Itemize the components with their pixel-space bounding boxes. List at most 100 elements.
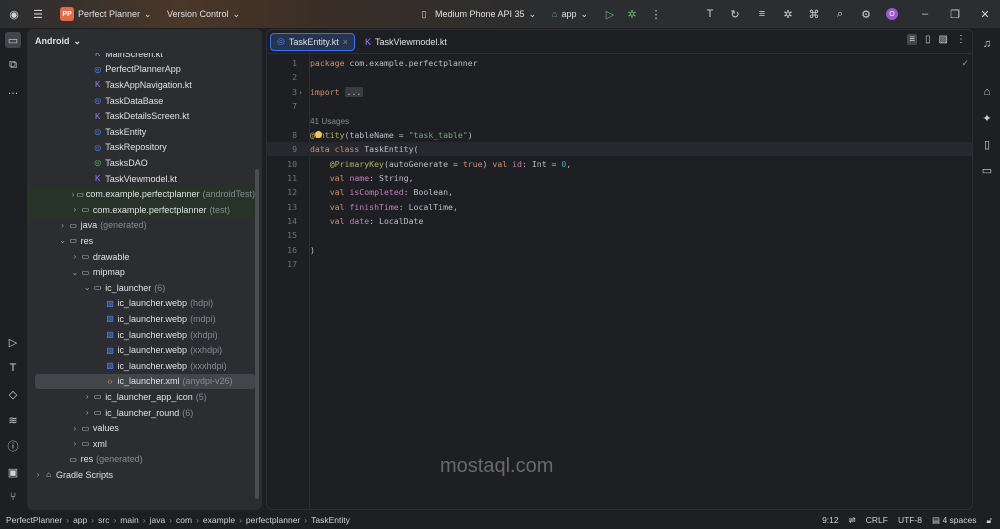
minimize-button[interactable]: – xyxy=(918,0,932,28)
tree-item[interactable]: ▨ ic_launcher.webp (xxxhdpi) xyxy=(27,358,255,374)
breadcrumb-item[interactable]: TaskEntity xyxy=(311,515,350,525)
chevron-right-icon[interactable]: › xyxy=(58,221,68,230)
device-manager-button[interactable]: ⌘ xyxy=(807,0,821,28)
tree-item[interactable]: › ▭ drawable xyxy=(27,249,255,265)
more-vertical-icon[interactable]: ⋮ xyxy=(956,34,966,45)
lightbulb-icon[interactable] xyxy=(315,131,322,138)
more-button[interactable]: ⋮ xyxy=(649,0,663,28)
tree-item[interactable]: ⌄ ▭ res xyxy=(27,233,255,249)
tab-taskentity[interactable]: ◎ TaskEntity.kt × xyxy=(270,32,355,51)
tree-item[interactable]: ◎ TasksDAO xyxy=(27,155,255,171)
build-button[interactable]: T xyxy=(703,0,717,28)
run-tool-button[interactable]: ▷ xyxy=(5,334,21,350)
tree-item[interactable]: ⌄ ▭ mipmap xyxy=(27,264,255,280)
tree-item[interactable]: ▨ ic_launcher.webp (mdpi) xyxy=(27,311,255,327)
chevron-down-icon[interactable]: ⌄ xyxy=(82,283,92,292)
tree-scrollbar[interactable] xyxy=(255,169,259,499)
close-icon[interactable]: × xyxy=(343,37,348,47)
chevron-down-icon[interactable]: ⌄ xyxy=(58,236,68,245)
tree-item[interactable]: ◎ TaskEntity xyxy=(27,124,255,140)
lock-icon[interactable]: 🔓︎ xyxy=(986,515,992,526)
tree-item[interactable]: ▨ ic_launcher.webp (xhdpi) xyxy=(27,327,255,343)
problems-button[interactable]: ⓘ xyxy=(5,438,21,454)
breadcrumb-item[interactable]: perfectplanner xyxy=(246,515,300,525)
resource-manager-button[interactable]: ⧉ xyxy=(5,57,21,73)
tree-item[interactable]: ▭ res (generated) xyxy=(27,452,255,468)
tree-item[interactable]: K TaskAppNavigation.kt xyxy=(27,77,255,93)
settings-button[interactable]: ⚙ xyxy=(859,0,873,28)
tree-item[interactable]: › ▭ values xyxy=(27,420,255,436)
gradle-tool-button[interactable]: ⌂ xyxy=(979,84,995,100)
chevron-right-icon[interactable]: › xyxy=(70,252,80,261)
vcs-menu[interactable]: Version Control ⌄ xyxy=(167,0,240,28)
running-devices-button[interactable]: ▭ xyxy=(979,162,995,178)
account-button[interactable]: O xyxy=(886,0,898,28)
sync-button[interactable]: ≡ xyxy=(755,0,769,28)
breadcrumb-item[interactable]: PerfectPlanner xyxy=(6,515,62,525)
project-selector[interactable]: PP Perfect Planner ⌄ xyxy=(60,0,152,28)
project-tool-button[interactable]: ▭ xyxy=(5,32,21,48)
design-view-icon[interactable]: ▨ xyxy=(939,34,948,45)
line-separator[interactable]: CRLF xyxy=(866,515,888,525)
breadcrumb-item[interactable]: java xyxy=(150,515,166,525)
tree-item[interactable]: › ▭ xml xyxy=(27,436,255,452)
chevron-right-icon[interactable]: › xyxy=(70,424,80,433)
encoding[interactable]: UTF-8 xyxy=(898,515,922,525)
tree-item[interactable]: ◎ TaskDataBase xyxy=(27,93,255,109)
code-token[interactable]: ... xyxy=(344,86,364,97)
breadcrumb-item[interactable]: com xyxy=(176,515,192,525)
tree-item[interactable]: › ▭ com.example.perfectplanner (androidTest… xyxy=(27,186,255,202)
gemini-button[interactable]: ✦ xyxy=(979,110,995,126)
chevron-right-icon[interactable]: › xyxy=(33,470,43,479)
run-button[interactable]: ▷ xyxy=(603,0,617,28)
chevron-right-icon[interactable]: › xyxy=(82,392,92,401)
android-studio-logo[interactable]: ◉ xyxy=(7,0,21,28)
search-button[interactable]: ⌕ xyxy=(833,0,847,28)
tree-item[interactable]: ◎ PerfectPlannerApp xyxy=(27,62,255,78)
breadcrumb-item[interactable]: src xyxy=(98,515,109,525)
chevron-right-icon[interactable]: › xyxy=(70,439,80,448)
debug-button[interactable]: ✲ xyxy=(625,0,639,28)
more-tools-button[interactable]: … xyxy=(5,83,21,99)
tree-item[interactable]: ‹› ic_launcher.xml (anydpi-v26) xyxy=(35,373,255,390)
tree-item[interactable]: › ▭ ic_launcher_round (6) xyxy=(27,405,255,421)
indent[interactable]: ▤ 4 spaces xyxy=(932,515,976,526)
run-config-selector[interactable]: ⌂ app ⌄ xyxy=(552,0,588,28)
tree-item[interactable]: K TaskViewmodel.kt xyxy=(27,171,255,187)
device-selector[interactable]: ▯ Medium Phone API 35 ⌄ xyxy=(417,0,537,28)
tab-taskviewmodel[interactable]: K TaskViewmodel.kt xyxy=(359,33,453,51)
main-menu-button[interactable]: ☰ xyxy=(31,0,45,28)
apply-changes-button[interactable]: ↻ xyxy=(728,0,742,28)
tree-item[interactable]: › ▭ java (generated) xyxy=(27,218,255,234)
tree-item[interactable]: › ▭ com.example.perfectplanner (test) xyxy=(27,202,255,218)
tree-item[interactable]: › ⌂ Gradle Scripts xyxy=(27,467,255,483)
cursor-position[interactable]: 9:12 xyxy=(822,515,839,525)
device-manager-tool-button[interactable]: ▯ xyxy=(979,136,995,152)
fold-chevron-icon[interactable]: › xyxy=(298,87,303,97)
tree-item[interactable]: › ▭ ic_launcher_app_icon (5) xyxy=(27,389,255,405)
breadcrumb-item[interactable]: main xyxy=(120,515,138,525)
restore-button[interactable]: ❐ xyxy=(948,0,962,28)
logcat-button[interactable]: ≋ xyxy=(5,412,21,428)
chevron-right-icon[interactable]: › xyxy=(82,408,92,417)
chevron-right-icon[interactable]: › xyxy=(70,205,80,214)
tree-item[interactable]: ▨ ic_launcher.webp (hdpi) xyxy=(27,296,255,312)
breadcrumb-item[interactable]: example xyxy=(203,515,235,525)
breadcrumb-item[interactable]: app xyxy=(73,515,87,525)
code-view-icon[interactable]: ≡ xyxy=(907,34,918,45)
build-tool-button[interactable]: T xyxy=(5,360,21,376)
attach-debugger-button[interactable]: ✲ xyxy=(781,0,795,28)
split-view-icon[interactable]: ▯ xyxy=(925,34,931,45)
notifications-button[interactable]: ♫ xyxy=(979,36,995,52)
chevron-down-icon[interactable]: ⌄ xyxy=(70,268,80,277)
project-view-selector[interactable]: Android ⌄ xyxy=(27,29,262,53)
tree-item[interactable]: K TaskDetailsScreen.kt xyxy=(27,108,255,124)
usages-link[interactable]: 41 Usages xyxy=(310,117,349,126)
tree-item[interactable]: ▨ ic_launcher.webp (xxhdpi) xyxy=(27,342,255,358)
tree-item[interactable]: ◎ TaskRepository xyxy=(27,140,255,156)
terminal-button[interactable]: ▣ xyxy=(5,464,21,480)
tree-item[interactable]: ⌄ ▭ ic_launcher (6) xyxy=(27,280,255,296)
app-quality-button[interactable]: ◇ xyxy=(5,386,21,402)
close-button[interactable]: ✕ xyxy=(978,0,992,28)
vcs-tool-button[interactable]: ⑂ xyxy=(5,489,21,505)
